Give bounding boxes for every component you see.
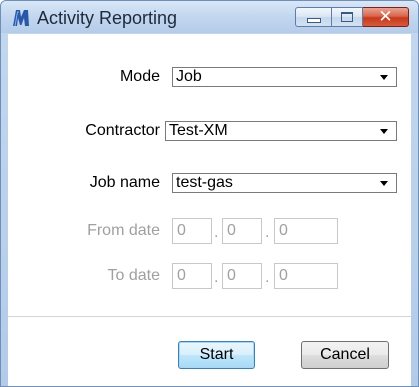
to-date-separator: . xyxy=(265,269,270,286)
contractor-dropdown[interactable]: Test-XM xyxy=(165,121,397,141)
to-date-day-field[interactable]: 0 xyxy=(172,263,212,289)
chevron-down-icon xyxy=(380,75,388,80)
job-name-dropdown[interactable]: test-gas xyxy=(172,173,397,193)
mode-label: Mode xyxy=(119,68,160,85)
title-bar[interactable]: Activity Reporting ✕ xyxy=(1,1,418,33)
activity-reporting-dialog: Activity Reporting ✕ Mode Job Contractor… xyxy=(0,0,419,387)
mode-dropdown[interactable]: Job xyxy=(172,67,397,87)
app-logo-icon xyxy=(13,10,29,27)
window-controls: ✕ xyxy=(295,7,409,29)
from-date-separator: . xyxy=(214,224,219,241)
from-date-month-field[interactable]: 0 xyxy=(222,218,262,244)
dialog-body: Mode Job Contractor Test-XM Job name tes… xyxy=(8,34,411,386)
to-date-separator: . xyxy=(214,269,219,286)
window-title: Activity Reporting xyxy=(37,8,178,28)
to-date-label: To date xyxy=(107,267,160,284)
mode-value: Job xyxy=(176,68,202,85)
cancel-button[interactable]: Cancel xyxy=(301,341,389,369)
from-date-separator: . xyxy=(265,224,270,241)
from-date-day-field[interactable]: 0 xyxy=(172,218,212,244)
divider xyxy=(8,316,411,317)
to-date-month-field[interactable]: 0 xyxy=(222,263,262,289)
from-date-year-field[interactable]: 0 xyxy=(274,218,338,244)
from-date-label: From date xyxy=(87,222,160,239)
to-date-year-field[interactable]: 0 xyxy=(274,263,338,289)
contractor-label: Contractor xyxy=(85,122,160,139)
chevron-down-icon xyxy=(380,181,388,186)
chevron-down-icon xyxy=(380,129,388,134)
maximize-button[interactable] xyxy=(331,7,363,27)
minimize-icon xyxy=(306,17,321,23)
job-name-label: Job name xyxy=(89,174,160,191)
close-icon: ✕ xyxy=(378,7,393,26)
start-button[interactable]: Start xyxy=(178,341,255,369)
minimize-button[interactable] xyxy=(295,7,331,27)
close-button[interactable]: ✕ xyxy=(363,7,409,27)
contractor-value: Test-XM xyxy=(169,122,228,139)
job-name-value: test-gas xyxy=(176,174,233,191)
maximize-icon xyxy=(341,12,353,22)
